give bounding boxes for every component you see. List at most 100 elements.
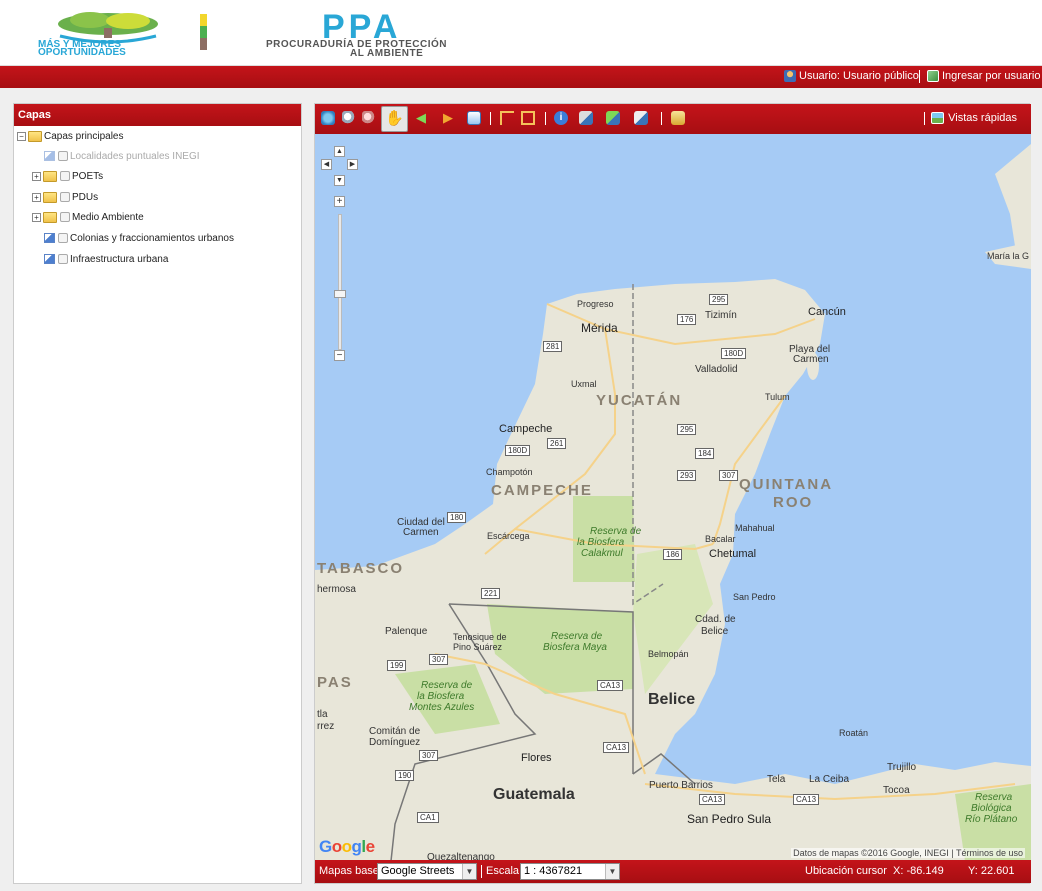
map-label-cdad-belice-2: Belice <box>701 626 729 637</box>
globe-icon[interactable] <box>321 111 335 125</box>
road-shield: 307 <box>429 654 449 665</box>
map-label-cd-carmen-2: Carmen <box>403 527 439 538</box>
map-label-rrez: rrez <box>317 721 335 732</box>
map-label-uxmal: Uxmal <box>571 379 597 389</box>
zoom-slider-track[interactable] <box>338 214 342 350</box>
remove-layer-icon[interactable] <box>634 111 648 125</box>
forward-arrow-icon[interactable]: ▶ <box>443 111 457 125</box>
cursor-x: X: -86.149 <box>893 865 944 877</box>
basemap-select[interactable]: Google Streets ▼ <box>377 863 477 880</box>
pan-hand-icon[interactable]: ✋ <box>381 106 408 132</box>
user-label: Usuario: Usuario público <box>799 70 919 82</box>
layer-label: Localidades puntuales INEGI <box>70 150 200 162</box>
info-icon[interactable]: i <box>554 111 568 125</box>
add-layer-icon[interactable] <box>606 111 620 125</box>
map-label-maria: María la G <box>987 251 1030 261</box>
zoom-in-button[interactable]: + <box>334 196 345 207</box>
map-toolbar: ✋ ◀ ▶ i Vistas rápidas <box>315 104 1031 134</box>
login-link[interactable]: Ingresar por usuario <box>927 70 1040 82</box>
mas-y-mejores-oportunidades-logo: MÁS Y MEJORES OPORTUNIDADES <box>30 10 190 58</box>
userbar-separator <box>919 70 920 83</box>
map-label-valladolid: Valladolid <box>695 364 738 375</box>
layer-group-poets[interactable]: + POETs <box>32 167 103 185</box>
ppa-logo: PPA PROCURADURÍA DE PROTECCIÓN AL AMBIEN… <box>262 10 562 59</box>
back-arrow-icon[interactable]: ◀ <box>416 111 430 125</box>
user-menu[interactable]: Usuario: Usuario público <box>784 70 919 82</box>
google-logo: Google <box>319 837 375 856</box>
measure-line-icon[interactable] <box>500 111 514 125</box>
layer-item-infraestructura[interactable]: Infraestructura urbana <box>44 250 168 268</box>
layer-checkbox[interactable] <box>58 151 68 161</box>
map-label-maya-1: Reserva de <box>551 631 603 642</box>
map-label-calakmul-2: la Biosfera <box>577 537 625 548</box>
map-label-cdad-belice-1: Cdad. de <box>695 614 736 625</box>
zoom-slider-handle[interactable] <box>334 290 346 298</box>
road-shield: 221 <box>481 588 501 599</box>
road-shield: 295 <box>677 424 697 435</box>
login-label: Ingresar por usuario <box>942 70 1041 82</box>
road-shield: 293 <box>677 470 697 481</box>
scale-label: Escala <box>486 865 520 877</box>
map-label-san-pedro: San Pedro <box>733 592 776 602</box>
print-icon[interactable] <box>671 111 685 125</box>
map-label-pas: PAS <box>317 674 353 691</box>
select-layer-icon[interactable] <box>579 111 593 125</box>
pan-right-button[interactable]: ▶ <box>347 159 358 170</box>
layer-label: Colonias y fraccionamientos urbanos <box>70 232 234 244</box>
toolbar-separator <box>545 112 546 125</box>
layer-label: Infraestructura urbana <box>70 253 169 265</box>
map-label-quintana: QUINTANA <box>739 476 834 493</box>
map-label-platano-2: Biológica <box>971 803 1012 814</box>
map-label-calakmul-3: Calakmul <box>581 548 623 559</box>
layer-checkbox[interactable] <box>60 212 70 222</box>
map-label-cancun: Cancún <box>808 306 846 318</box>
scale-select[interactable]: 1 : 4367821 ▼ <box>520 863 620 880</box>
layer-checkbox[interactable] <box>60 192 70 202</box>
map-canvas[interactable]: YUCATÁN CAMPECHE QUINTANA ROO TABASCO PA… <box>315 134 1031 861</box>
cursor-label: Ubicación cursor <box>805 865 887 877</box>
zoom-out-button[interactable]: − <box>334 350 345 361</box>
user-icon <box>784 70 796 82</box>
layer-checkbox[interactable] <box>58 254 68 264</box>
map-statusbar: Mapas base Google Streets ▼ Escala 1 : 4… <box>315 860 1031 883</box>
map-label-tla: tla <box>317 709 328 720</box>
expand-icon[interactable]: + <box>32 171 41 181</box>
layer-item-colonias[interactable]: Colonias y fraccionamientos urbanos <box>44 229 234 247</box>
map-label-calakmul-1: Reserva de <box>590 526 642 537</box>
map-label-puerto-barrios: Puerto Barrios <box>649 780 713 791</box>
map-label-azules-1: Reserva de <box>421 680 473 691</box>
toolbar-separator <box>924 112 925 125</box>
full-extent-icon[interactable] <box>467 111 481 125</box>
zoom-in-icon[interactable] <box>342 111 356 125</box>
road-shield: CA13 <box>597 680 624 691</box>
layer-group-pdus[interactable]: + PDUs <box>32 188 98 206</box>
map-panel: ✋ ◀ ▶ i Vistas rápidas YUCATÁN CAMPECHE … <box>314 103 1031 884</box>
layer-checkbox[interactable] <box>60 171 70 181</box>
layer-item-localidades[interactable]: Localidades puntuales INEGI <box>44 147 200 165</box>
map-label-belice: Belice <box>648 691 696 708</box>
layer-label: Medio Ambiente <box>72 211 144 223</box>
pan-up-button[interactable]: ▲ <box>334 146 345 157</box>
crop-icon[interactable] <box>521 111 535 125</box>
map-attribution[interactable]: Datos de mapas ©2016 Google, INEGI | Tér… <box>791 848 1025 858</box>
map-label-champoton: Champotón <box>486 467 533 477</box>
map-label-platano-1: Reserva <box>975 792 1013 803</box>
expand-icon[interactable]: + <box>32 212 41 222</box>
quick-views-button[interactable]: Vistas rápidas <box>931 112 1017 124</box>
layer-root[interactable]: − Capas principales <box>17 127 124 145</box>
expand-icon[interactable]: + <box>32 192 41 202</box>
road-shield: CA13 <box>793 794 820 805</box>
pan-down-button[interactable]: ▼ <box>334 175 345 186</box>
layer-group-medio-ambiente[interactable]: + Medio Ambiente <box>32 208 144 226</box>
map-label-azules-3: Montes Azules <box>409 702 475 713</box>
collapse-icon[interactable]: − <box>17 131 26 141</box>
zoom-out-icon[interactable] <box>362 111 376 125</box>
chevron-down-icon: ▼ <box>605 864 619 879</box>
layer-checkbox[interactable] <box>58 233 68 243</box>
layer-label: POETs <box>72 170 104 182</box>
pan-left-button[interactable]: ◀ <box>321 159 332 170</box>
map-label-tela: Tela <box>767 774 786 785</box>
road-shield: 180D <box>721 348 747 359</box>
logo-text-2: OPORTUNIDADES <box>38 47 126 56</box>
toolbar-separator <box>661 112 662 125</box>
